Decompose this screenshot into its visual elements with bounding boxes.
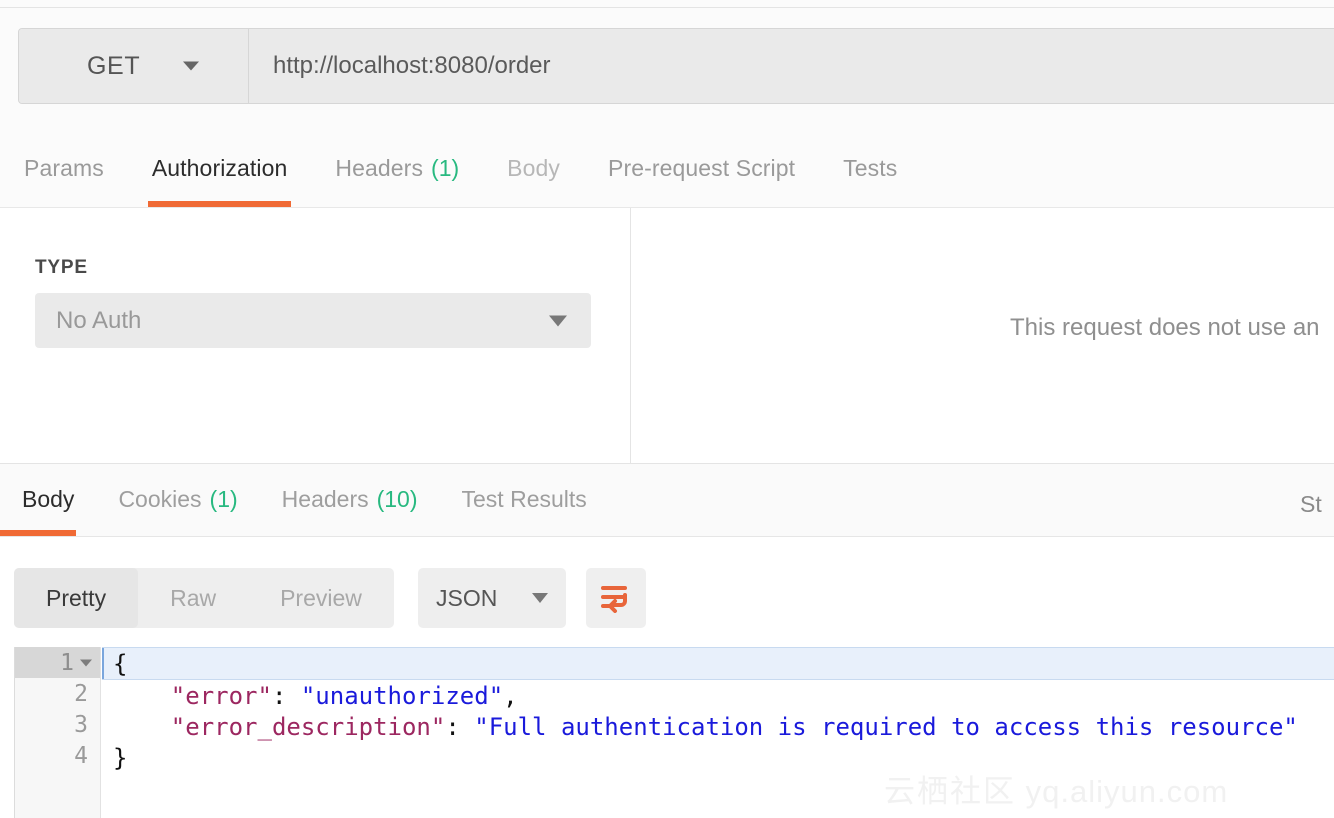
response-tabs-list: Body Cookies (1) Headers (10) Test Results (0, 463, 609, 536)
code-token: "unauthorized" (300, 681, 504, 710)
authorization-pane: TYPE No Auth This request does not use a… (0, 208, 1334, 463)
url-input[interactable]: http://localhost:8080/order (249, 29, 1334, 103)
fold-triangle-icon[interactable] (80, 659, 92, 666)
request-tab-pre-request-script[interactable]: Pre-request Script (584, 129, 819, 207)
request-tab-bar: Params Authorization Headers (1) Body Pre-req… (0, 130, 1334, 208)
http-method-label: GET (87, 51, 141, 80)
auth-type-value: No Auth (56, 306, 142, 334)
response-format-select[interactable]: JSON (418, 568, 566, 628)
url-value: http://localhost:8080/order (273, 52, 551, 79)
line-number-text: 1 (60, 649, 74, 676)
response-tab-test-results[interactable]: Test Results (440, 463, 609, 536)
code-token: "Full authentication is required to acce… (474, 712, 1298, 741)
tab-label: Cookies (118, 486, 202, 512)
chevron-down-icon (183, 61, 199, 71)
line-number: 4 (15, 740, 100, 771)
code-token: : (271, 681, 301, 710)
tab-label: Tests (843, 154, 898, 181)
editor-code-area[interactable]: { "error": "unauthorized", "error_descri… (102, 647, 1334, 818)
response-view-raw[interactable]: Raw (138, 568, 248, 628)
postman-window: GET http://localhost:8080/order Params Au… (0, 0, 1334, 818)
word-wrap-icon (601, 586, 627, 613)
tab-count-badge: (10) (376, 486, 418, 512)
request-tab-body[interactable]: Body (483, 129, 584, 207)
auth-description-text: This request does not use an (1010, 314, 1320, 341)
code-token: "error_description" (113, 712, 446, 741)
response-format-value: JSON (436, 584, 498, 611)
word-wrap-button[interactable] (586, 568, 646, 628)
response-tab-headers[interactable]: Headers (10) (260, 463, 440, 536)
code-token: : (445, 712, 475, 741)
code-line: "error": "unauthorized", (102, 680, 1334, 711)
active-tab-indicator (147, 201, 292, 207)
tab-label: Headers (335, 154, 424, 181)
chevron-down-icon (549, 315, 567, 326)
auth-type-select[interactable]: No Auth (35, 293, 591, 348)
tab-count-badge: (1) (209, 486, 238, 512)
code-line: } (102, 742, 1334, 773)
response-tab-cookies[interactable]: Cookies (1) (96, 463, 259, 536)
window-top-strip (0, 0, 1334, 7)
code-token: { (113, 649, 128, 678)
line-number: 2 (15, 678, 100, 709)
tab-label: Pre-request Script (608, 154, 796, 181)
code-line: "error_description": "Full authenticatio… (102, 711, 1334, 742)
code-token: } (113, 743, 128, 772)
active-tab-indicator (0, 530, 77, 536)
response-view-switch: Pretty Raw Preview (14, 568, 394, 628)
tab-label: Body (22, 486, 75, 512)
tab-label: Headers (281, 486, 369, 512)
tab-label: Body (507, 154, 560, 181)
request-tab-tests[interactable]: Tests (819, 129, 921, 207)
chevron-down-icon (532, 593, 548, 603)
editor-gutter: 12 3 4 (15, 647, 101, 818)
response-view-preview[interactable]: Preview (248, 568, 394, 628)
http-method-selector[interactable]: GET (19, 29, 249, 103)
tab-label: Authorization (151, 154, 288, 181)
line-number-text: 4 (74, 742, 88, 769)
auth-type-label: TYPE (35, 257, 88, 278)
request-url-row: GET http://localhost:8080/order (0, 8, 1334, 130)
code-token: , (503, 681, 518, 710)
line-number-text: 2 (74, 680, 88, 707)
response-body-editor[interactable]: 12 3 4 { "error": "unauthorized", "error_d… (14, 647, 1334, 818)
auth-info-panel: This request does not use an (632, 208, 1334, 463)
request-tabs-list: Params Authorization Headers (1) Body Pre-req… (0, 129, 921, 207)
response-view-pretty[interactable]: Pretty (14, 568, 139, 628)
request-tab-params[interactable]: Params (0, 129, 128, 207)
response-status-label: St (1300, 491, 1322, 517)
tab-label: Params (24, 154, 104, 181)
request-tab-headers[interactable]: Headers (1) (311, 129, 483, 207)
code-token: "error" (113, 681, 272, 710)
response-tab-bar: Body Cookies (1) Headers (10) Test Results St (0, 463, 1334, 537)
auth-settings-panel: TYPE No Auth (0, 208, 631, 463)
line-number: 1 (15, 647, 100, 678)
response-body-toolbar: Pretty Raw Preview JSON (0, 537, 1334, 647)
response-tab-body[interactable]: Body (0, 463, 96, 536)
line-number: 3 (15, 709, 100, 740)
url-bar: GET http://localhost:8080/order (18, 28, 1334, 104)
tab-label: Test Results (461, 486, 587, 512)
tab-count-badge: (1) (431, 154, 460, 181)
line-number-text: 3 (74, 711, 88, 738)
request-tab-authorization[interactable]: Authorization (128, 129, 312, 207)
code-line: { (102, 647, 1334, 680)
